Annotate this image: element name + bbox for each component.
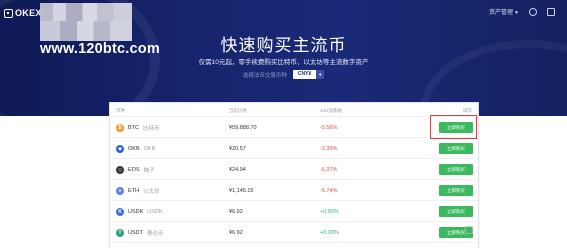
header-price: 当前价格 bbox=[229, 108, 247, 113]
currency-selector-row: 选择法币交易币种 CNY¥ ▼ bbox=[0, 70, 567, 79]
coin-cell: ₿ BTC 比特币 bbox=[116, 117, 160, 138]
header-change: 24H涨跌幅 bbox=[320, 108, 342, 113]
top-right-menu: 资产管理▼ bbox=[489, 7, 555, 16]
coin-cell: ◆ OKB OKB bbox=[116, 138, 155, 159]
logo-text: OKEX bbox=[15, 8, 42, 18]
coin-cell: ♦ ETH 以太坊 bbox=[116, 180, 160, 201]
header-action: 操作 bbox=[463, 108, 472, 113]
coin-price: ¥20.57 bbox=[229, 146, 246, 152]
corner-icon bbox=[465, 226, 473, 234]
download-icon[interactable] bbox=[547, 7, 555, 16]
logo-icon bbox=[4, 8, 13, 18]
coin-price: ¥24.94 bbox=[229, 167, 246, 173]
coin-name: 以太坊 bbox=[143, 188, 160, 195]
coin-price: ¥1,145.15 bbox=[229, 188, 254, 194]
coin-change: +0.00% bbox=[320, 209, 339, 215]
coin-name: 泰达币 bbox=[146, 230, 164, 237]
header-coin: 币种 bbox=[116, 108, 125, 113]
currency-value: CNY¥ bbox=[292, 70, 317, 79]
coin-price: ¥6.92 bbox=[229, 209, 243, 215]
usdk-icon: K bbox=[116, 207, 124, 216]
eos-icon: ◇ bbox=[116, 165, 124, 174]
coin-symbol: USDT bbox=[128, 229, 143, 236]
coin-name: 柚子 bbox=[143, 167, 155, 174]
coin-cell: ◇ EOS 柚子 bbox=[116, 159, 155, 180]
chevron-down-icon: ▼ bbox=[514, 10, 519, 16]
page-title: 快速购买主流币 bbox=[220, 36, 347, 55]
coin-symbol: EOS bbox=[128, 166, 140, 173]
coin-name: 比特币 bbox=[143, 125, 160, 132]
coin-name: USDK bbox=[147, 208, 163, 215]
table-row: K USDK USDK ¥6.92 +0.00% 立即购买 bbox=[110, 201, 478, 222]
buy-button[interactable]: 立即购买 bbox=[439, 185, 473, 196]
coin-change: -6.37% bbox=[320, 167, 338, 173]
coin-symbol: USDK bbox=[128, 208, 144, 215]
coin-cell: K USDK USDK bbox=[116, 201, 163, 222]
buy-button[interactable]: 立即购买 bbox=[439, 143, 473, 154]
coin-change: -2.30% bbox=[320, 146, 338, 152]
coin-symbol: BTC bbox=[128, 124, 139, 131]
usdt-icon: T bbox=[116, 228, 124, 237]
coin-symbol: OKB bbox=[128, 145, 140, 152]
table-row: ₿ BTC 比特币 ¥59,888.70 -5.56% 立即购买 bbox=[110, 117, 478, 138]
coin-name: OKB bbox=[143, 145, 156, 152]
page-subtitle: 仅需10元起，零手续费购买比特币、以太坊等主流数字资产 bbox=[198, 59, 369, 66]
table-row: ◆ OKB OKB ¥20.57 -2.30% 立即购买 bbox=[110, 138, 478, 159]
buy-button[interactable]: 立即购买 bbox=[439, 122, 473, 133]
coin-symbol: ETH bbox=[128, 187, 139, 194]
table-row: T USDT 泰达币 ¥6.92 +0.00% 立即购买 bbox=[110, 222, 478, 243]
table-row: ♦ ETH 以太坊 ¥1,145.15 -5.74% 立即购买 bbox=[110, 180, 478, 201]
table-header: 币种 当前价格 24H涨跌幅 操作 bbox=[110, 103, 478, 117]
asset-management-menu[interactable]: 资产管理▼ bbox=[489, 7, 519, 16]
coin-change: -5.74% bbox=[320, 188, 338, 194]
btc-icon: ₿ bbox=[116, 123, 124, 132]
currency-select[interactable]: CNY¥ ▼ bbox=[292, 70, 325, 79]
logo[interactable]: OKEX bbox=[4, 7, 42, 19]
table-row: ◇ EOS 柚子 ¥24.94 -6.37% 立即购买 bbox=[110, 159, 478, 180]
coin-price: ¥6.92 bbox=[229, 230, 243, 236]
coin-table: 币种 当前价格 24H涨跌幅 操作 ₿ BTC 比特币 ¥59,888.70 -… bbox=[109, 102, 479, 248]
buy-button[interactable]: 立即购买 bbox=[439, 164, 473, 175]
hero-banner: OKEX 资产管理▼ www.120btc.com 快速购买主流币 仅需10元起… bbox=[0, 0, 567, 116]
user-icon[interactable] bbox=[529, 7, 537, 16]
coin-cell: T USDT 泰达币 bbox=[116, 222, 164, 243]
coin-price: ¥59,888.70 bbox=[229, 125, 257, 131]
coin-change: -5.56% bbox=[320, 125, 338, 131]
okb-icon: ◆ bbox=[116, 144, 124, 153]
eth-icon: ♦ bbox=[116, 186, 124, 195]
asset-management-label: 资产管理 bbox=[489, 10, 514, 16]
currency-label: 选择法币交易币种 bbox=[242, 72, 287, 79]
chevron-down-icon: ▼ bbox=[316, 70, 325, 79]
coin-change: +0.00% bbox=[320, 230, 339, 236]
buy-button[interactable]: 立即购买 bbox=[439, 206, 473, 217]
